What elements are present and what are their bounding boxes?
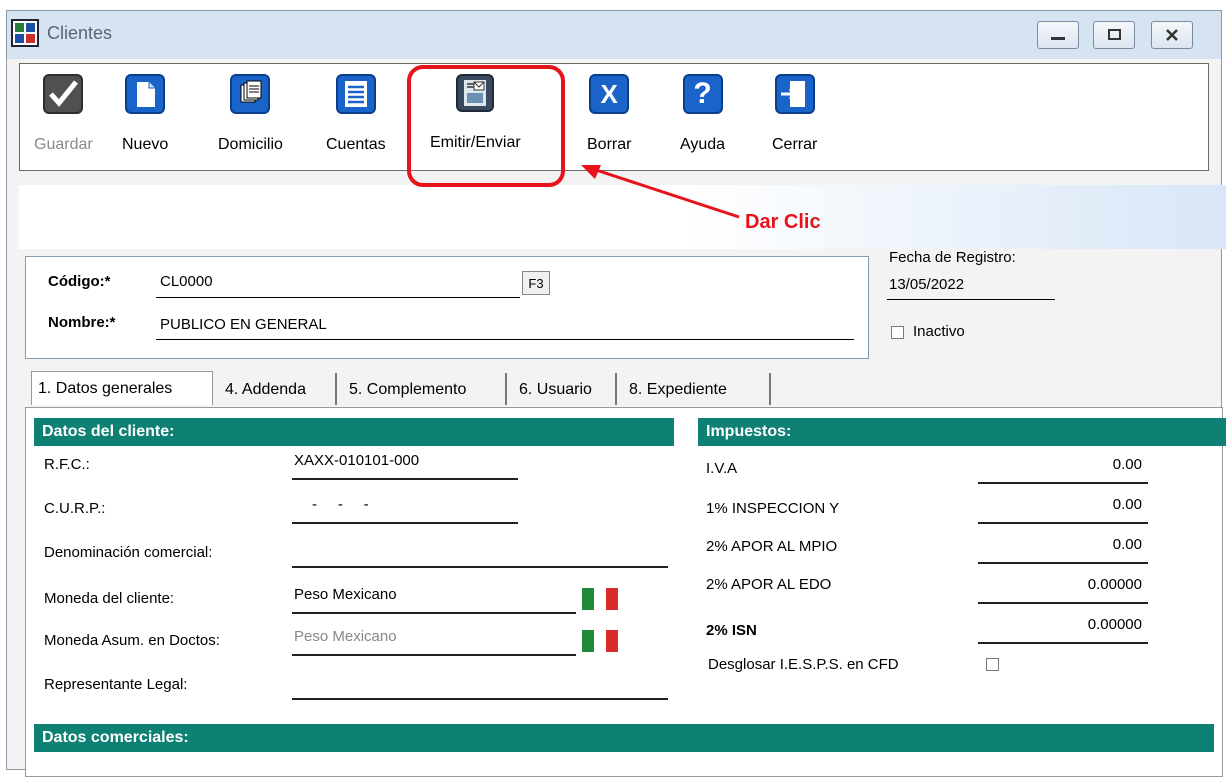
representante-label: Representante Legal: bbox=[44, 676, 188, 693]
borrar-button[interactable]: X Borrar bbox=[587, 74, 631, 154]
instruction-strip bbox=[0, 0, 1226, 10]
datos-generales-panel: Datos del cliente: R.F.C.: XAXX-010101-0… bbox=[25, 407, 1226, 777]
codigo-field[interactable]: CL0000 bbox=[160, 273, 213, 290]
ayuda-label: Ayuda bbox=[680, 136, 726, 153]
f3-lookup-button[interactable]: F3 bbox=[522, 271, 550, 295]
title-bar: Clientes bbox=[7, 11, 1221, 59]
window-title: Clientes bbox=[47, 23, 113, 43]
moneda-field[interactable]: Peso Mexicano bbox=[292, 582, 576, 614]
clientes-window: Clientes Guardar Nuevo Domicilio Cuentas… bbox=[6, 10, 1226, 777]
tab-usuario[interactable]: 6. Usuario bbox=[513, 373, 617, 405]
curp-field[interactable]: - - - bbox=[292, 492, 518, 524]
restore-icon bbox=[1108, 29, 1121, 40]
tab-addenda[interactable]: 4. Addenda bbox=[219, 373, 337, 405]
desglosar-label: Desglosar I.E.S.P.S. en CFD bbox=[708, 656, 899, 673]
impuesto-value[interactable]: 0.00 bbox=[978, 452, 1148, 484]
tab-datos-generales[interactable]: 1. Datos generales bbox=[31, 371, 213, 405]
mexico-flag-icon[interactable] bbox=[582, 588, 618, 610]
client-header-group: Código:* CL0000 F3 Nombre:* PUBLICO EN G… bbox=[25, 256, 869, 359]
minimize-button[interactable] bbox=[1037, 21, 1079, 49]
cuentas-label: Cuentas bbox=[326, 136, 386, 153]
cuentas-button[interactable]: Cuentas bbox=[326, 74, 386, 154]
close-icon bbox=[1166, 29, 1178, 41]
instruction-text-cut bbox=[60, 0, 65, 9]
rfc-field[interactable]: XAXX-010101-000 bbox=[292, 448, 518, 480]
borrar-label: Borrar bbox=[587, 136, 632, 153]
datos-cliente-header: Datos del cliente: bbox=[34, 418, 674, 446]
tab-complemento[interactable]: 5. Complemento bbox=[343, 373, 507, 405]
exit-door-icon bbox=[774, 74, 815, 114]
mexico-flag-icon[interactable] bbox=[582, 630, 618, 652]
callout-arrow-icon bbox=[581, 165, 740, 219]
domicilio-button[interactable]: Domicilio bbox=[218, 74, 283, 154]
nuevo-button[interactable]: Nuevo bbox=[122, 74, 168, 154]
toolbar: Guardar Nuevo Domicilio Cuentas Emitir/E… bbox=[19, 63, 1209, 171]
maximize-button[interactable] bbox=[1093, 21, 1135, 49]
emitir-highlight-box bbox=[407, 65, 565, 187]
delete-x-icon: X bbox=[589, 74, 630, 114]
impuesto-label: 1% INSPECCION Y bbox=[706, 500, 840, 517]
impuesto-value[interactable]: 0.00 bbox=[978, 492, 1148, 524]
nombre-label: Nombre:* bbox=[48, 314, 116, 331]
representante-field[interactable] bbox=[292, 668, 668, 700]
desglosar-checkbox[interactable] bbox=[986, 658, 999, 671]
app-icon bbox=[11, 19, 39, 47]
impuesto-label: 2% APOR AL MPIO bbox=[706, 538, 838, 555]
dar-clic-callout: Dar Clic bbox=[745, 211, 821, 233]
help-question-icon: ? bbox=[682, 74, 723, 114]
domicilio-label: Domicilio bbox=[218, 136, 283, 153]
guardar-button[interactable]: Guardar bbox=[34, 74, 93, 154]
checkmark-icon bbox=[43, 74, 84, 114]
fecha-registro-field[interactable]: 13/05/2022 bbox=[889, 276, 964, 293]
impuesto-label: 2% APOR AL EDO bbox=[706, 576, 832, 593]
ayuda-button[interactable]: ? Ayuda bbox=[680, 74, 725, 154]
impuesto-label: I.V.A bbox=[706, 460, 738, 477]
denominacion-field[interactable] bbox=[292, 536, 668, 568]
moneda-asum-field[interactable]: Peso Mexicano bbox=[292, 624, 576, 656]
cerrar-label: Cerrar bbox=[772, 136, 818, 153]
codigo-label: Código:* bbox=[48, 273, 111, 290]
nombre-field[interactable]: PUBLICO EN GENERAL bbox=[160, 316, 327, 333]
tab-expediente[interactable]: 8. Expediente bbox=[623, 373, 771, 405]
minimize-icon bbox=[1051, 37, 1065, 40]
codigo-underline bbox=[156, 297, 520, 298]
new-document-icon bbox=[125, 74, 166, 114]
address-cards-icon bbox=[230, 74, 271, 114]
close-button[interactable] bbox=[1151, 21, 1193, 49]
impuesto-value[interactable]: 0.00000 bbox=[978, 612, 1148, 644]
impuesto-value[interactable]: 0.00 bbox=[978, 532, 1148, 564]
fecha-registro-label: Fecha de Registro: bbox=[889, 249, 1016, 266]
impuesto-value[interactable]: 0.00000 bbox=[978, 572, 1148, 604]
inactivo-label: Inactivo bbox=[913, 323, 965, 340]
denominacion-label: Denominación comercial: bbox=[44, 544, 213, 561]
curp-label: C.U.R.P.: bbox=[44, 500, 106, 517]
moneda-asum-label: Moneda Asum. en Doctos: bbox=[44, 632, 220, 649]
list-icon bbox=[335, 74, 376, 114]
impuesto-label: 2% ISN bbox=[706, 622, 757, 639]
nombre-underline bbox=[156, 339, 854, 340]
moneda-label: Moneda del cliente: bbox=[44, 590, 175, 607]
datos-comerciales-header: Datos comerciales: bbox=[34, 724, 1214, 752]
cerrar-button[interactable]: Cerrar bbox=[772, 74, 817, 154]
nuevo-label: Nuevo bbox=[122, 136, 169, 153]
fecha-underline bbox=[887, 299, 1055, 300]
rfc-label: R.F.C.: bbox=[44, 456, 90, 473]
guardar-label: Guardar bbox=[34, 136, 93, 153]
impuestos-header: Impuestos: bbox=[698, 418, 1226, 446]
inactivo-checkbox[interactable] bbox=[891, 326, 904, 339]
